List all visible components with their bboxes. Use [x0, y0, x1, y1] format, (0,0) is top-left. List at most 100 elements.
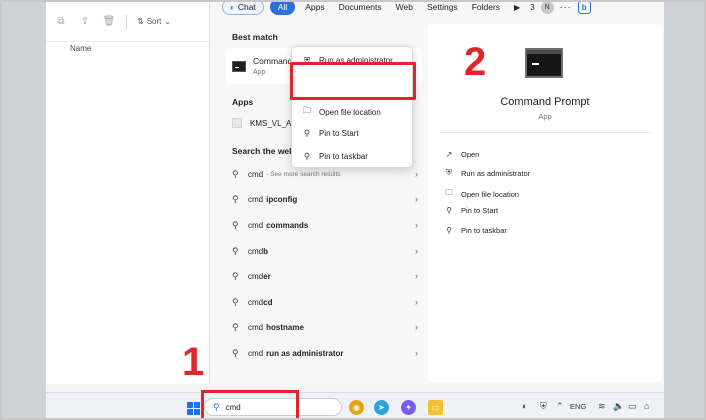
- avatar[interactable]: N: [540, 2, 554, 14]
- chevron-right-icon: ›: [415, 271, 418, 281]
- detail-action-label: Run as administrator: [461, 168, 531, 178]
- filter-web[interactable]: Web: [392, 2, 417, 14]
- detail-action-open-location[interactable]: 🗀 Open file location: [444, 187, 519, 201]
- sort-label: Sort: [146, 17, 162, 26]
- web-result[interactable]: ⚲ cmd b ›: [232, 244, 418, 258]
- name-column-header[interactable]: Name: [70, 44, 91, 53]
- search-icon: ⚲: [232, 219, 239, 230]
- search-icon: ⚲: [232, 168, 239, 179]
- file-explorer-icon[interactable]: ▭: [428, 400, 443, 415]
- shield-icon: ⛨: [446, 168, 452, 177]
- web-query: cmd: [248, 271, 264, 281]
- volume-icon[interactable]: 🔈: [613, 401, 624, 412]
- command-prompt-large-icon: [525, 48, 563, 78]
- web-suffix: cd: [263, 297, 273, 307]
- explorer-toolbar: ⧉ ⇪ 🗑 ⇅ Sort ⌄: [46, 2, 216, 42]
- search-flyout: ◐ Chat All Apps Documents Web Settings F…: [209, 2, 664, 384]
- web-suffix: commands: [266, 220, 309, 230]
- bing-chat-icon: ◐: [230, 2, 235, 12]
- app-file-icon: [232, 118, 242, 128]
- search-icon: ⚲: [232, 321, 239, 332]
- detail-type: App: [538, 112, 552, 121]
- web-result[interactable]: ⚲ cmd run as administrator ›: [232, 346, 418, 360]
- web-query: cmd: [248, 348, 264, 358]
- filter-documents[interactable]: Documents: [335, 2, 386, 14]
- detail-action-open[interactable]: ↗ Open: [444, 150, 480, 159]
- filter-folders[interactable]: Folders: [468, 2, 504, 14]
- delete-icon[interactable]: 🗑: [102, 15, 116, 29]
- web-query: cmd: [248, 246, 264, 256]
- share-icon[interactable]: ⇪: [78, 15, 92, 29]
- web-result[interactable]: ⚲ cmd - See more search results ›: [232, 167, 418, 181]
- web-result[interactable]: ⚲ cmd hostname ›: [232, 320, 418, 334]
- detail-action-run-as-admin[interactable]: ⛨ Run as administrator: [444, 168, 530, 178]
- detail-title: Command Prompt: [500, 96, 590, 108]
- filter-chat-label: Chat: [237, 2, 256, 12]
- messenger-icon[interactable]: ✦: [401, 400, 416, 415]
- filter-apps[interactable]: Apps: [301, 2, 328, 14]
- detail-action-label: Open file location: [461, 189, 519, 199]
- web-result[interactable]: ⚲ cmd er ›: [232, 269, 418, 283]
- taskbar: ⚲ cmd ◉ ➤ ✦ ▭ ◐ ⛨ ⌃ ENG ≋ 🔈 ▭ ⌂: [46, 392, 664, 418]
- notification-icon[interactable]: ⌂: [644, 401, 649, 411]
- web-result[interactable]: ⚲ cmd ipconfig ›: [232, 192, 418, 206]
- rewards-count[interactable]: 3: [530, 3, 534, 12]
- menu-item-open-file-location[interactable]: 🗀 Open file location: [302, 105, 381, 119]
- search-filter-bar: ◐ Chat All Apps Documents Web Settings F…: [222, 2, 591, 16]
- search-icon: ⚲: [232, 270, 239, 281]
- folder-icon: 🗀: [445, 188, 453, 197]
- battery-icon[interactable]: ▭: [628, 401, 637, 412]
- web-query: cmd: [248, 194, 264, 204]
- search-icon: ⚲: [232, 347, 239, 358]
- windows-start-icon[interactable]: [187, 402, 200, 415]
- sort-icon: ⇅: [137, 17, 144, 26]
- menu-item-label: Pin to taskbar: [319, 152, 368, 161]
- web-result[interactable]: ⚲ cmd cd ›: [232, 295, 418, 309]
- web-result[interactable]: ⚲ cmd commands ›: [232, 218, 418, 232]
- filter-chat[interactable]: ◐ Chat: [222, 2, 264, 15]
- toolbar-divider: [126, 14, 127, 29]
- menu-item-label: Pin to Start: [319, 129, 359, 138]
- pin-icon: ⚲: [303, 128, 311, 138]
- web-more-label: - See more search results: [266, 170, 341, 178]
- chevron-right-icon: ›: [415, 169, 418, 179]
- web-suffix: ipconfig: [266, 194, 298, 204]
- web-suffix: er: [263, 271, 271, 281]
- sort-button[interactable]: ⇅ Sort ⌄: [137, 17, 171, 26]
- telegram-icon[interactable]: ➤: [374, 400, 389, 415]
- step-2-number: 2: [464, 40, 487, 84]
- detail-action-label: Pin to taskbar: [461, 226, 507, 235]
- filter-all[interactable]: All: [269, 2, 296, 15]
- chevron-right-icon: ›: [415, 297, 418, 307]
- web-suffix: hostname: [266, 322, 304, 332]
- copy-icon[interactable]: ⧉: [54, 15, 68, 29]
- language-indicator[interactable]: ENG: [570, 402, 586, 411]
- chevron-up-icon[interactable]: ⌃: [556, 401, 564, 412]
- web-query: cmd: [248, 297, 264, 307]
- more-options-icon[interactable]: ···: [560, 2, 572, 12]
- search-web-heading: Search the web: [232, 146, 295, 156]
- menu-item-pin-to-taskbar[interactable]: ⚲ Pin to taskbar: [302, 151, 368, 162]
- defender-icon[interactable]: ⛨: [540, 401, 547, 412]
- more-filters-play-icon[interactable]: ▶: [510, 2, 524, 14]
- chevron-right-icon: ›: [415, 246, 418, 256]
- filter-settings[interactable]: Settings: [423, 2, 462, 14]
- pin-icon: ⚲: [446, 206, 452, 215]
- web-query: cmd: [248, 220, 264, 230]
- detail-action-pin-start[interactable]: ⚲ Pin to Start: [444, 206, 498, 215]
- chevron-right-icon: ›: [415, 220, 418, 230]
- chrome-icon[interactable]: ◉: [349, 400, 364, 415]
- wifi-icon[interactable]: ≋: [598, 401, 606, 412]
- detail-action-label: Open: [461, 150, 480, 159]
- chevron-right-icon: ›: [415, 348, 418, 358]
- detail-action-pin-taskbar[interactable]: ⚲ Pin to taskbar: [444, 226, 507, 235]
- chevron-right-icon: ›: [415, 194, 418, 204]
- search-icon: ⚲: [232, 193, 239, 204]
- step-1-number: 1: [182, 340, 205, 384]
- command-prompt-icon: [232, 60, 246, 72]
- bing-icon[interactable]: b: [577, 2, 591, 14]
- weather-icon[interactable]: ◐: [522, 401, 527, 411]
- chevron-right-icon: ›: [415, 322, 418, 332]
- menu-item-pin-to-start[interactable]: ⚲ Pin to Start: [302, 128, 359, 139]
- open-icon: ↗: [445, 150, 453, 159]
